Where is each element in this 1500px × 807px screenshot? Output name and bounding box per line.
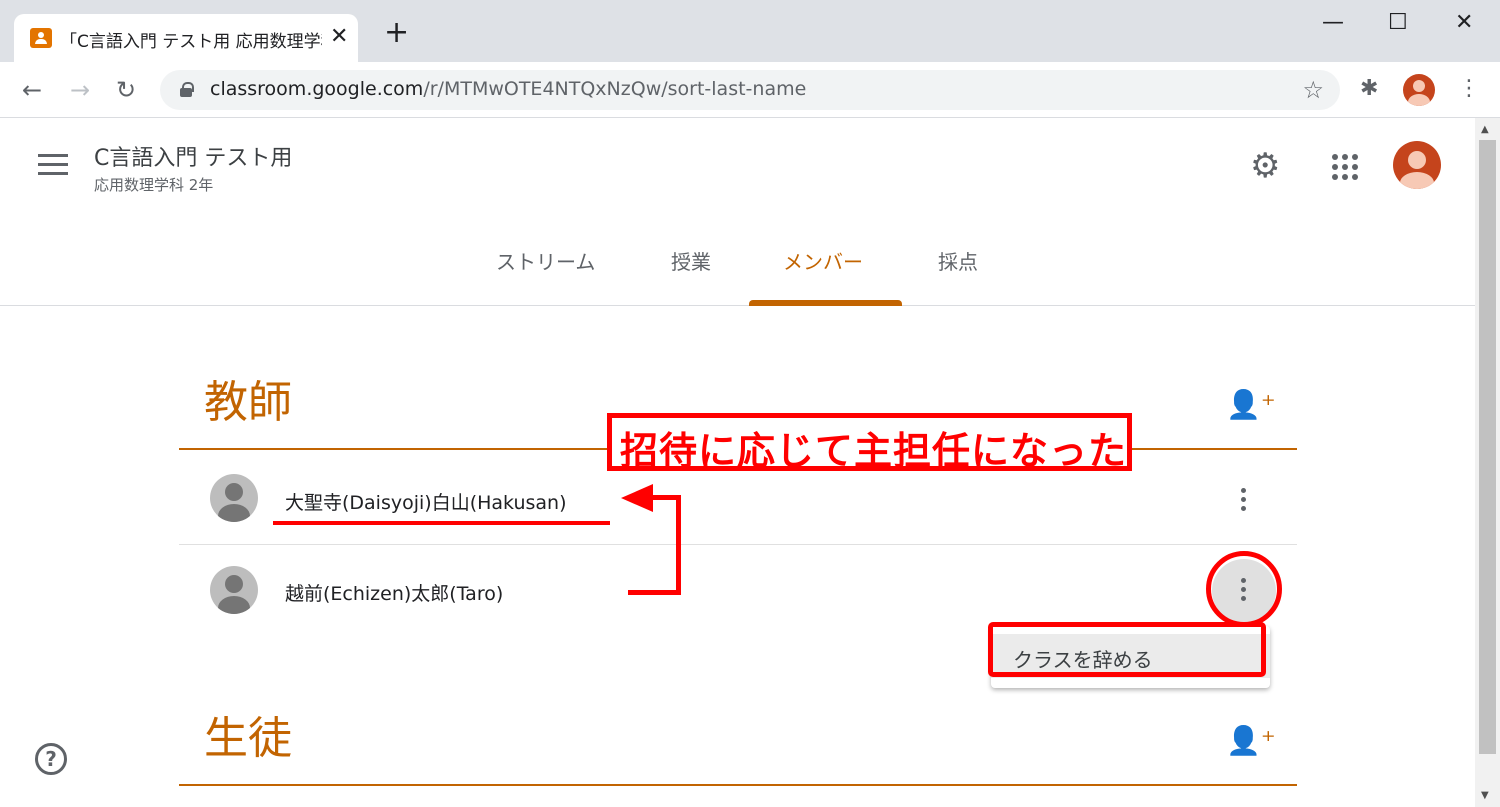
annotation-callout: 招待に応じて主担任になった	[607, 413, 1132, 473]
browser-tab-strip: 「C言語入門 テスト用 応用数理学科 2年」 ✕ + — ☐ ✕	[0, 0, 1500, 62]
url-text[interactable]: classroom.google.com/r/MTMwOTE4NTQxNzQw/…	[210, 78, 806, 100]
tab-people[interactable]: メンバー	[783, 246, 863, 275]
close-tab-icon[interactable]: ✕	[330, 24, 348, 49]
teacher-name: 大聖寺(Daisyoji)白山(Hakusan)	[285, 492, 567, 514]
browser-toolbar: ← → ↻ classroom.google.com/r/MTMwOTE4NTQ…	[0, 62, 1500, 118]
avatar	[210, 566, 258, 614]
annotation-connector	[628, 590, 681, 595]
settings-gear-icon[interactable]: ⚙	[1250, 146, 1280, 186]
class-subtitle: 応用数理学科 2年	[94, 176, 214, 194]
annotation-connector	[676, 495, 681, 595]
forward-icon[interactable]: →	[70, 76, 90, 104]
address-bar[interactable]: classroom.google.com/r/MTMwOTE4NTQxNzQw/…	[160, 70, 1340, 110]
avatar	[210, 474, 258, 522]
classroom-page: C言語入門 テスト用 応用数理学科 2年 ⚙ ストリーム 授業 メンバー 採点 …	[0, 118, 1475, 807]
browser-menu-icon[interactable]: ⋮	[1458, 76, 1480, 101]
row-divider	[179, 544, 1297, 545]
tab-grades[interactable]: 採点	[938, 246, 978, 275]
students-divider	[179, 784, 1297, 786]
tab-classwork[interactable]: 授業	[671, 246, 711, 275]
new-tab-button[interactable]: +	[384, 18, 409, 48]
teacher-name: 越前(Echizen)太郎(Taro)	[285, 583, 504, 605]
page-scrollbar[interactable]: ▲ ▼	[1475, 118, 1500, 807]
browser-tab[interactable]: 「C言語入門 テスト用 応用数理学科 2年」 ✕	[14, 14, 358, 62]
annotation-box	[988, 622, 1266, 677]
annotation-underline	[273, 521, 610, 525]
students-heading: 生徒	[204, 713, 292, 764]
tab-stream[interactable]: ストリーム	[496, 246, 595, 275]
reload-icon[interactable]: ↻	[116, 76, 136, 104]
maximize-button[interactable]: ☐	[1388, 10, 1408, 35]
annotation-arrowhead	[621, 484, 653, 512]
active-tab-indicator	[749, 300, 902, 306]
help-icon[interactable]: ?	[35, 743, 67, 775]
scroll-up-icon[interactable]: ▲	[1481, 124, 1489, 135]
account-avatar[interactable]	[1393, 141, 1441, 189]
browser-tab-title: 「C言語入門 テスト用 応用数理学科 2年」	[60, 32, 322, 52]
back-icon[interactable]: ←	[22, 76, 42, 104]
minimize-button[interactable]: —	[1322, 10, 1344, 35]
lock-icon[interactable]	[180, 82, 194, 97]
class-title[interactable]: C言語入門 テスト用	[94, 140, 292, 172]
scroll-thumb[interactable]	[1479, 140, 1496, 754]
profile-avatar[interactable]	[1403, 74, 1435, 106]
member-options-icon[interactable]	[1228, 484, 1258, 514]
classroom-favicon-icon	[30, 28, 52, 48]
annotation-circle	[1206, 551, 1282, 627]
invite-student-icon[interactable]: 👤⁺	[1226, 724, 1276, 757]
bookmark-star-icon[interactable]: ☆	[1302, 76, 1324, 104]
main-menu-icon[interactable]	[38, 154, 68, 176]
class-tabs: ストリーム 授業 メンバー 採点	[0, 238, 1475, 306]
window-close-button[interactable]: ✕	[1455, 10, 1473, 35]
scroll-down-icon[interactable]: ▼	[1481, 790, 1489, 801]
google-apps-icon[interactable]	[1332, 154, 1358, 180]
invite-teacher-icon[interactable]: 👤⁺	[1226, 388, 1276, 421]
extensions-icon[interactable]: ✱	[1360, 76, 1378, 101]
teachers-heading: 教師	[204, 377, 292, 428]
